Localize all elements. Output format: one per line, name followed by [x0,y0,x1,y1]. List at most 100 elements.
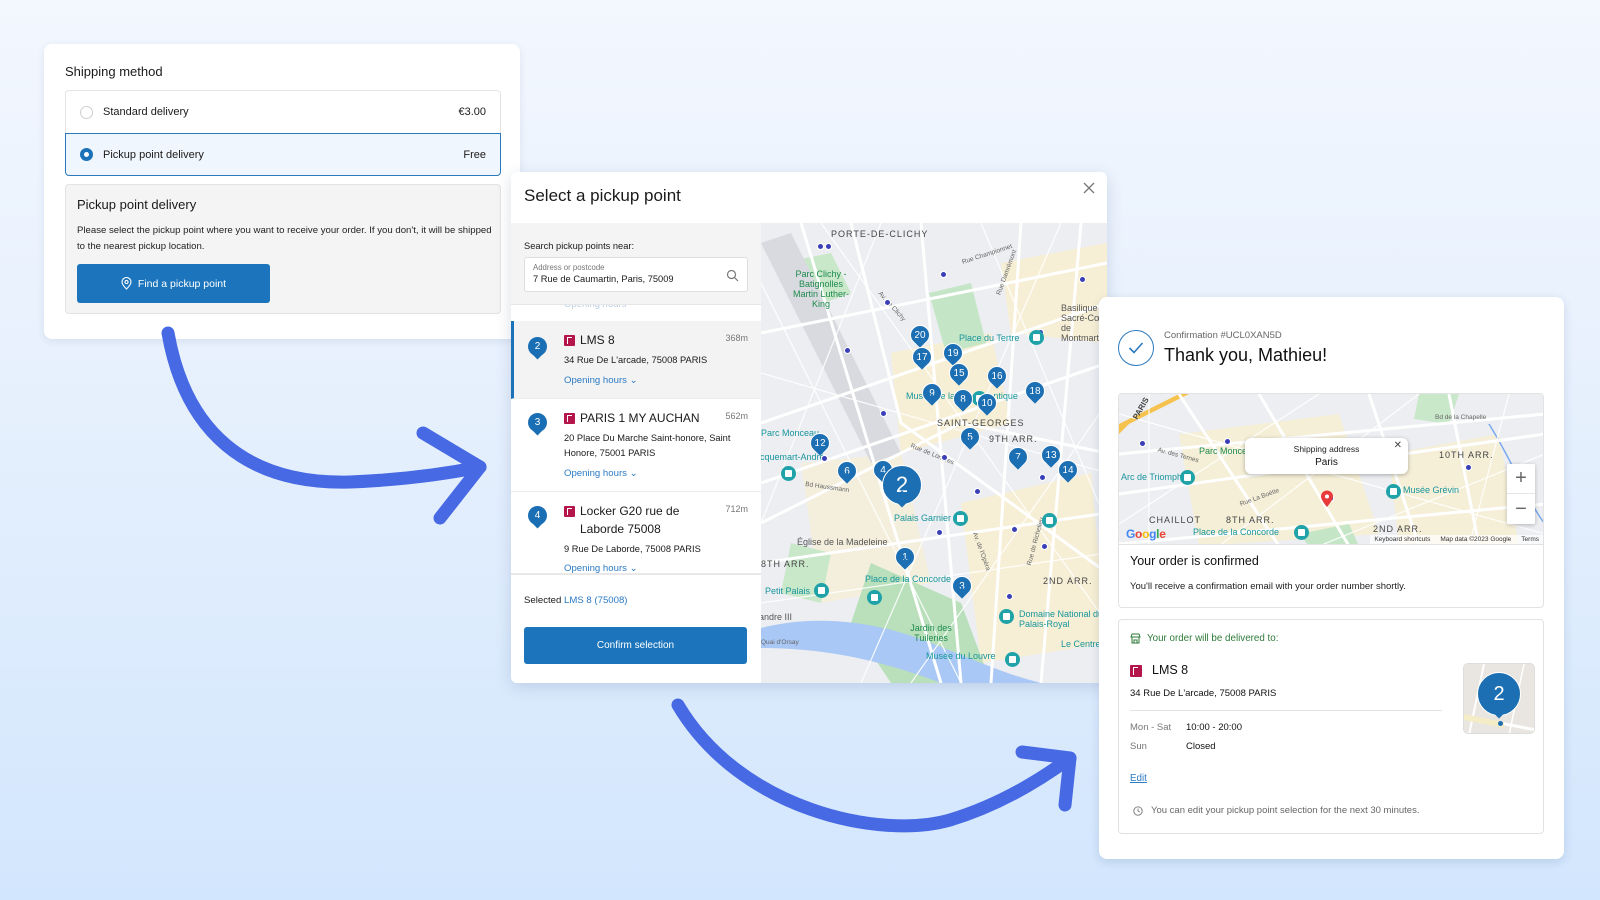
radio-pickup[interactable] [80,148,93,161]
pickup-heading: Pickup point delivery [77,197,197,212]
map-pin-16[interactable]: 16 [987,366,1009,393]
shipping-option-pickup[interactable]: Pickup point delivery Free [65,133,501,176]
terms-link[interactable]: Terms [1521,536,1539,543]
brand-logo-icon [564,506,575,517]
map-label: Église de la Madeleine [797,537,888,547]
map-pin-17[interactable]: 17 [912,347,934,374]
map-pin-15[interactable]: 15 [949,363,971,390]
selected-point-link[interactable]: LMS 8 (75008) [564,595,627,606]
map-label: 10TH ARR. [1439,450,1494,460]
map-pin-2-selected[interactable]: 2 [882,465,924,513]
pickup-point-map-thumbnail: 2 [1463,663,1535,734]
metro-icon [817,243,824,250]
keyboard-shortcuts-link[interactable]: Keyboard shortcuts [1374,536,1430,543]
hours-row: Sun Closed [1130,741,1216,752]
selected-summary: Selected LMS 8 (75008) [524,595,627,606]
map-label: Le Centre [1061,639,1101,649]
brand-logo-icon [564,413,575,424]
hours-days: Sun [1130,741,1147,752]
poi-icon [814,583,829,598]
poi-icon [1386,484,1401,499]
flow-arrow-2 [671,698,1077,833]
map-label: Pont Alexandre III [761,612,793,622]
map-label: Musée du Louvre [926,651,996,661]
map-pin-icon [121,277,132,290]
zoom-out-button[interactable]: − [1507,494,1535,524]
map-label: 8TH ARR. [1226,515,1275,525]
map-label: Parc Clichy - Batignolles Martin Luther-… [792,269,850,309]
poi-icon [999,609,1014,624]
map-label: 2ND ARR. [1373,524,1423,534]
metro-icon [1224,438,1231,445]
zoom-in-button[interactable]: + [1507,464,1535,494]
map-pin-1[interactable]: 1 [895,547,917,574]
shipping-option-standard[interactable]: Standard delivery €3.00 [65,90,501,133]
map-pin-8[interactable]: 8 [953,389,975,416]
pickup-point-address: 34 Rue De L'arcade, 75008 PARIS [1130,688,1277,699]
pickup-description: Please select the pickup point where you… [77,225,492,252]
metro-icon [974,488,981,495]
map-label: Petit Palais [765,586,811,596]
list-peek-text: Opening hours [564,305,626,310]
radio-standard[interactable] [80,105,93,119]
confirm-selection-button[interactable]: Confirm selection [524,627,747,664]
hours-time: 10:00 - 20:00 [1186,722,1242,733]
list-item[interactable]: 2 LMS 8 368m 34 Rue De L'arcade, 75008 P… [511,321,761,399]
search-icon[interactable] [726,269,739,282]
map-pin-12[interactable]: 12 [810,433,832,460]
map-pin-3[interactable]: 3 [952,576,974,603]
map-label: CHAILLOT [1149,515,1202,525]
brand-logo-icon [564,335,575,346]
search-area: Search pickup points near: Address or po… [511,223,761,305]
map-label: Place de la Concorde [865,574,952,584]
search-value: 7 Rue de Caumartin, Paris, 75009 [533,274,674,284]
close-icon[interactable]: ✕ [1394,440,1402,451]
point-address: 20 Place Du Marche Saint-honore, Saint H… [564,433,731,458]
shipping-method-title: Shipping method [65,64,163,79]
metro-icon [1011,526,1018,533]
map-pin-9[interactable]: 9 [922,383,944,410]
address-search-input[interactable]: Address or postcode 7 Rue de Caumartin, … [524,257,748,292]
pickup-map[interactable]: PORTE-DE-CLICHY Parc Clichy - Batignolle… [761,223,1107,683]
pickup-point-list[interactable]: Opening hours 2 LMS 8 368m 34 Rue De L'a… [511,305,761,575]
order-confirmed-block: Your order is confirmed You'll receive a… [1118,544,1544,608]
list-item[interactable]: 3 PARIS 1 MY AUCHAN 562m 20 Place Du Mar… [511,399,761,492]
shipping-address-map[interactable]: PARIS Av. des Ternes Parc Monceau 10TH A… [1118,393,1544,545]
map-pin-7[interactable]: 7 [1008,447,1030,474]
divider [1130,710,1442,711]
map-label: Domaine National du Palais-Royal [1019,609,1104,629]
close-icon[interactable] [1081,180,1097,196]
edit-link[interactable]: Edit [1130,773,1147,784]
poi-icon [1180,470,1195,485]
metro-icon [1139,440,1146,447]
poi-icon [867,590,882,605]
map-label: Musée Grévin [1403,485,1460,495]
metro-icon [1041,543,1048,550]
find-pickup-point-button[interactable]: Find a pickup point [77,264,270,303]
point-distance: 562m [725,411,748,421]
map-label: 8TH ARR. [761,559,810,569]
map-zoom-controls: + − [1507,464,1535,524]
map-data-text: Map data ©2023 Google [1440,536,1512,543]
map-pin-14[interactable]: 14 [1058,460,1080,487]
shipping-option-label: Standard delivery [103,106,189,118]
pickup-pin-icon: 2 [1477,672,1521,720]
list-item[interactable]: 4 Locker G20 rue de Laborde 75008 712m 9… [511,492,761,575]
pin-icon: 3 [528,413,548,437]
flow-arrow-1 [161,326,487,525]
map-pin-5[interactable]: 5 [960,427,982,454]
point-address: 9 Rue De Laborde, 75008 PARIS [564,544,701,554]
point-name: LMS 8 [580,333,615,347]
metro-icon [880,410,887,417]
delivery-details: Your order will be delivered to: LMS 8 3… [1118,619,1544,834]
map-pin-10[interactable]: 10 [977,393,999,420]
selected-prefix: Selected [524,595,562,606]
metro-icon [936,529,943,536]
chevron-down-icon: ⌄ [629,375,638,386]
metro-icon [1079,276,1086,283]
opening-hours-toggle[interactable]: Opening hours ⌄ [564,375,638,386]
map-pin-18[interactable]: 18 [1025,381,1047,408]
opening-hours-toggle[interactable]: Opening hours ⌄ [564,468,638,479]
map-pin-6[interactable]: 6 [837,461,859,488]
map-label: Place de la Concorde [1193,527,1280,537]
